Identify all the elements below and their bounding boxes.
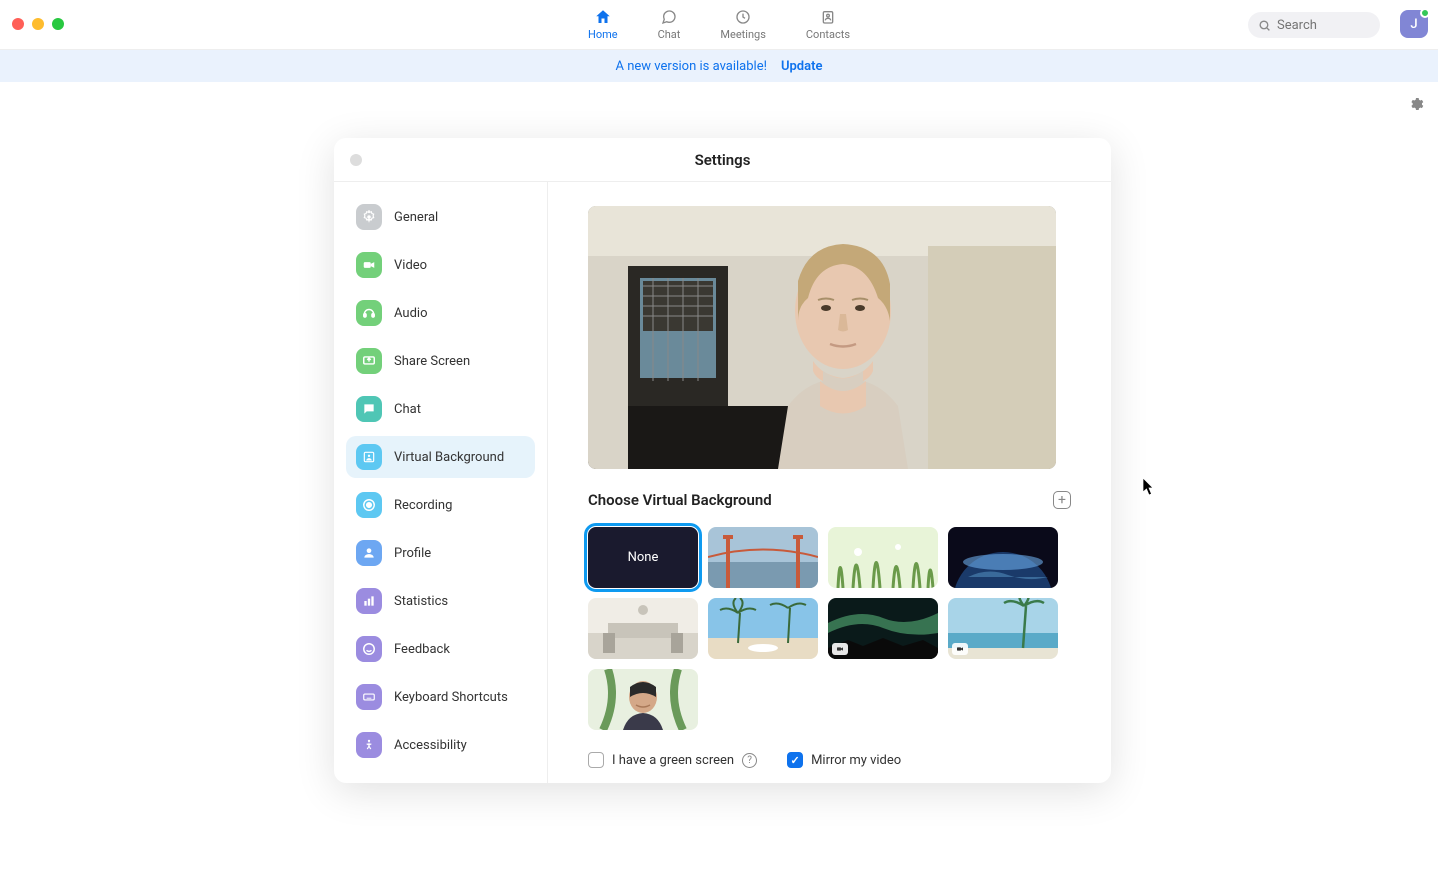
nav-chat[interactable]: Chat xyxy=(658,8,681,41)
mirror-checkbox[interactable] xyxy=(787,752,803,768)
presence-indicator xyxy=(1420,8,1430,18)
sidebar-item-virtual-background[interactable]: Virtual Background xyxy=(346,436,535,478)
settings-main: Choose Virtual Background + None xyxy=(548,182,1111,783)
share-icon xyxy=(356,348,382,374)
sidebar-label: Accessibility xyxy=(394,738,467,753)
settings-title: Settings xyxy=(695,151,751,169)
bg-tile-person[interactable] xyxy=(588,669,698,730)
contacts-icon xyxy=(819,8,837,26)
top-nav: Home Chat Meetings Contacts xyxy=(0,0,1438,50)
bg-none-label: None xyxy=(628,550,659,565)
search-input[interactable] xyxy=(1277,18,1370,33)
cursor-icon xyxy=(1143,478,1157,496)
sidebar-item-feedback[interactable]: Feedback xyxy=(346,628,535,670)
audio-icon xyxy=(356,300,382,326)
bg-tile-grass[interactable] xyxy=(828,527,938,588)
search-icon xyxy=(1258,19,1271,32)
sidebar-item-statistics[interactable]: Statistics xyxy=(346,580,535,622)
sidebar-item-keyboard-shortcuts[interactable]: Keyboard Shortcuts xyxy=(346,676,535,718)
banner-text: A new version is available! xyxy=(616,59,767,74)
green-screen-label: I have a green screen xyxy=(612,753,734,768)
nav-label: Meetings xyxy=(720,28,765,41)
sidebar-item-video[interactable]: Video xyxy=(346,244,535,286)
accessibility-icon xyxy=(356,732,382,758)
bg-tile-earth[interactable] xyxy=(948,527,1058,588)
sidebar-label: Chat xyxy=(394,402,421,417)
profile-icon xyxy=(356,540,382,566)
nav-home[interactable]: Home xyxy=(588,8,618,41)
nav-label: Home xyxy=(588,28,618,41)
avatar-initial: J xyxy=(1410,17,1417,32)
green-screen-checkbox-wrap[interactable]: I have a green screen ? xyxy=(588,752,757,768)
sidebar-label: Profile xyxy=(394,546,431,561)
chat-icon xyxy=(356,396,382,422)
options-row: I have a green screen ? Mirror my video xyxy=(588,752,1071,768)
settings-header: Settings xyxy=(334,138,1111,182)
nav-meetings[interactable]: Meetings xyxy=(720,8,765,41)
gear-icon xyxy=(356,204,382,230)
settings-body: General Video Audio Share Screen Chat Vi… xyxy=(334,182,1111,783)
sidebar-label: Statistics xyxy=(394,594,448,609)
bg-tile-golden-gate[interactable] xyxy=(708,527,818,588)
virtual-background-icon xyxy=(356,444,382,470)
video-indicator-icon xyxy=(952,643,968,655)
mirror-label: Mirror my video xyxy=(811,753,901,768)
sidebar-label: General xyxy=(394,210,438,225)
sidebar-item-audio[interactable]: Audio xyxy=(346,292,535,334)
search-box[interactable] xyxy=(1248,12,1380,38)
sidebar-label: Audio xyxy=(394,306,427,321)
sidebar-label: Video xyxy=(394,258,427,273)
bg-tile-meeting-room[interactable] xyxy=(588,598,698,659)
update-link[interactable]: Update xyxy=(781,59,823,74)
sidebar-item-profile[interactable]: Profile xyxy=(346,532,535,574)
sidebar-item-accessibility[interactable]: Accessibility xyxy=(346,724,535,766)
bg-tile-palm-beach-1[interactable] xyxy=(708,598,818,659)
sidebar-item-recording[interactable]: Recording xyxy=(346,484,535,526)
record-icon xyxy=(356,492,382,518)
settings-close-button[interactable] xyxy=(350,154,362,166)
chat-icon xyxy=(660,8,678,26)
video-indicator-icon xyxy=(832,643,848,655)
section-title: Choose Virtual Background xyxy=(588,491,772,509)
keyboard-icon xyxy=(356,684,382,710)
feedback-icon xyxy=(356,636,382,662)
avatar[interactable]: J xyxy=(1400,10,1428,38)
section-header: Choose Virtual Background + xyxy=(588,491,1071,509)
sidebar-item-chat[interactable]: Chat xyxy=(346,388,535,430)
bg-tile-palm-beach-2[interactable] xyxy=(948,598,1058,659)
video-icon xyxy=(356,252,382,278)
update-banner: A new version is available! Update xyxy=(0,50,1438,82)
help-icon[interactable]: ? xyxy=(742,753,757,768)
background-grid: None xyxy=(588,527,1071,730)
add-background-button[interactable]: + xyxy=(1053,491,1071,509)
mirror-checkbox-wrap[interactable]: Mirror my video xyxy=(787,752,901,768)
nav-contacts[interactable]: Contacts xyxy=(806,8,850,41)
clock-icon xyxy=(734,8,752,26)
nav-label: Contacts xyxy=(806,28,850,41)
green-screen-checkbox[interactable] xyxy=(588,752,604,768)
settings-window: Settings General Video Audio Share Scree… xyxy=(334,138,1111,783)
sidebar-label: Virtual Background xyxy=(394,450,504,465)
sidebar-item-general[interactable]: General xyxy=(346,196,535,238)
settings-gear-icon[interactable] xyxy=(1408,96,1424,112)
sidebar-label: Share Screen xyxy=(394,354,470,369)
sidebar-label: Feedback xyxy=(394,642,450,657)
bg-tile-aurora[interactable] xyxy=(828,598,938,659)
sidebar-label: Keyboard Shortcuts xyxy=(394,690,508,705)
sidebar-item-share-screen[interactable]: Share Screen xyxy=(346,340,535,382)
stats-icon xyxy=(356,588,382,614)
home-icon xyxy=(594,8,612,26)
video-preview xyxy=(588,206,1056,469)
sidebar-label: Recording xyxy=(394,498,452,513)
nav-items: Home Chat Meetings Contacts xyxy=(588,8,850,41)
nav-label: Chat xyxy=(658,28,681,41)
settings-sidebar: General Video Audio Share Screen Chat Vi… xyxy=(334,182,548,783)
bg-tile-none[interactable]: None xyxy=(588,527,698,588)
